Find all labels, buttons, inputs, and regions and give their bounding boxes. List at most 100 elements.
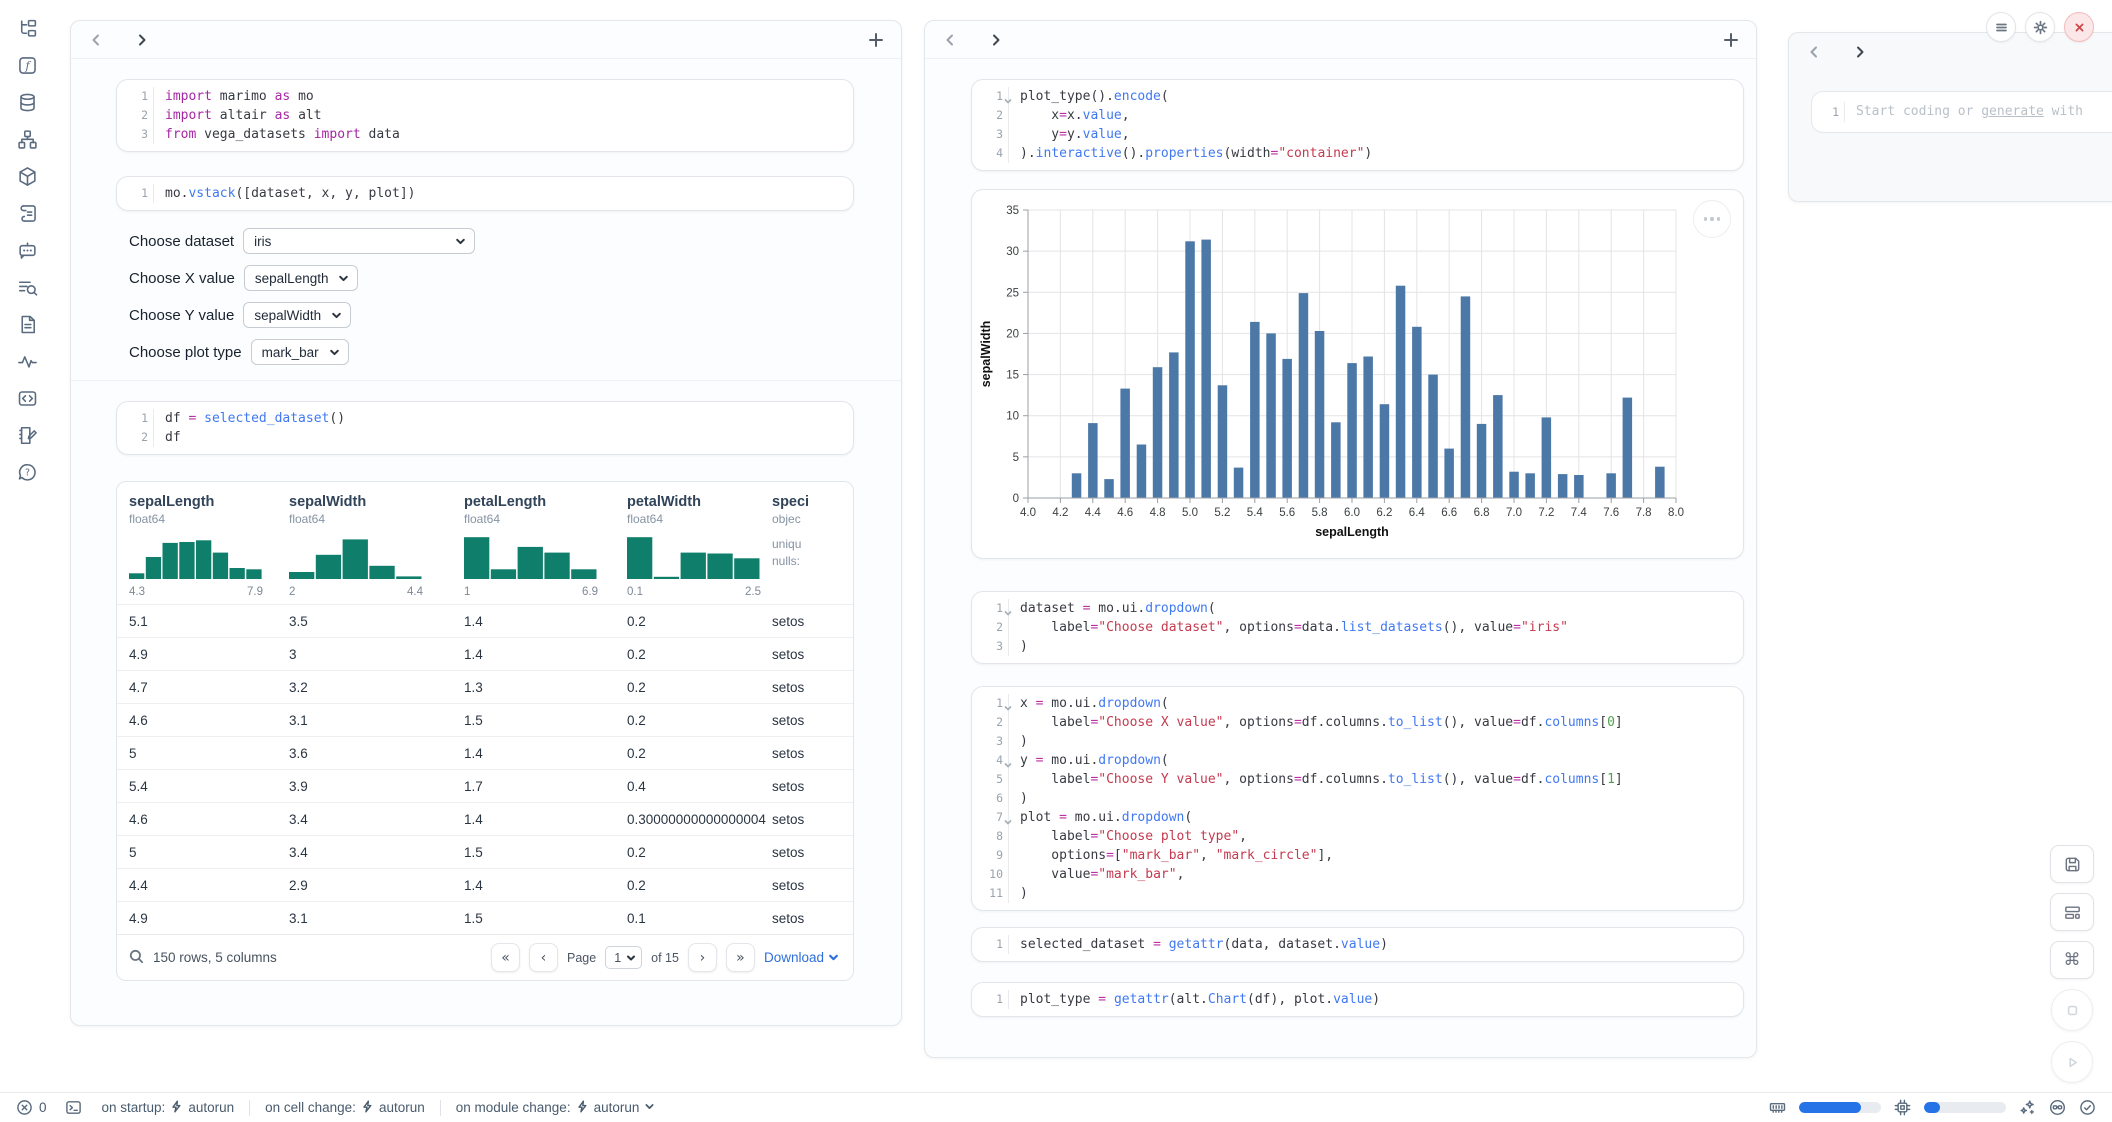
run-button[interactable] bbox=[2051, 1041, 2093, 1083]
svg-text:6.2: 6.2 bbox=[1376, 507, 1392, 519]
keyboard-shortcuts-button[interactable]: ⌘ bbox=[2050, 941, 2094, 979]
sidebar-rail: f ? bbox=[0, 14, 54, 486]
chevron-right-icon[interactable] bbox=[133, 31, 151, 49]
code-cell-vstack[interactable]: 1mo.vstack([dataset, x, y, plot]) bbox=[116, 176, 854, 211]
table-cell: 0.30000000000000004 bbox=[627, 812, 772, 827]
fold-chevron-icon[interactable] bbox=[1004, 813, 1012, 821]
close-button[interactable] bbox=[2064, 12, 2094, 42]
first-page-button[interactable]: « bbox=[491, 943, 520, 972]
table-row[interactable]: 53.41.50.2setos bbox=[117, 835, 853, 868]
table-row[interactable]: 4.73.21.30.2setos bbox=[117, 670, 853, 703]
table-row[interactable]: 4.63.41.40.30000000000000004setos bbox=[117, 802, 853, 835]
fold-chevron-icon[interactable] bbox=[1004, 92, 1012, 100]
autorun-on-startup[interactable]: on startup: autorun bbox=[102, 1100, 235, 1116]
generate-link[interactable]: generate bbox=[1981, 104, 2044, 119]
fold-chevron-icon[interactable] bbox=[1004, 604, 1012, 612]
panel1-header bbox=[71, 21, 901, 59]
code-cell-plot[interactable]: 1plot_type().encode(2 x=x.value,3 y=y.va… bbox=[971, 79, 1744, 171]
dropdown-select[interactable]: mark_bar bbox=[251, 339, 349, 365]
connection-status-icon[interactable] bbox=[2079, 1099, 2096, 1116]
chevron-right-icon[interactable] bbox=[1851, 43, 1869, 61]
column-header[interactable]: petalLengthfloat6416.9 bbox=[464, 494, 627, 598]
logs-search-icon[interactable] bbox=[12, 273, 42, 301]
column-header[interactable]: speciobjecuniqunulls: bbox=[772, 494, 842, 598]
dropdown-select[interactable]: sepalLength bbox=[244, 265, 359, 291]
last-page-button[interactable]: » bbox=[726, 943, 755, 972]
window-controls bbox=[1986, 12, 2094, 42]
documentation-icon[interactable] bbox=[12, 310, 42, 338]
chevron-left-icon[interactable] bbox=[1805, 43, 1823, 61]
line-number: 8 bbox=[972, 827, 1008, 846]
prev-page-button[interactable]: ‹ bbox=[529, 943, 558, 972]
function-square-icon[interactable]: f bbox=[12, 51, 42, 79]
table-cell: 1.4 bbox=[464, 614, 627, 629]
code-cell-dataset-dropdown[interactable]: 1dataset = mo.ui.dropdown(2 label="Choos… bbox=[971, 591, 1744, 664]
search-icon[interactable] bbox=[129, 949, 144, 967]
errors-icon[interactable] bbox=[16, 1099, 33, 1116]
table-row[interactable]: 4.42.91.40.2setos bbox=[117, 868, 853, 901]
memory-icon bbox=[1769, 1099, 1786, 1116]
chevron-left-icon[interactable] bbox=[87, 31, 105, 49]
settings-gear-button[interactable] bbox=[2025, 12, 2055, 42]
svg-text:4.0: 4.0 bbox=[1020, 507, 1036, 519]
copilot-icon[interactable] bbox=[2049, 1099, 2066, 1116]
table-cell: 4.6 bbox=[129, 812, 289, 827]
table-cell: 1.5 bbox=[464, 845, 627, 860]
code-cell-df[interactable]: 1df = selected_dataset()2df bbox=[116, 401, 854, 455]
svg-text:?: ? bbox=[24, 467, 29, 478]
code-cell-plot-type[interactable]: 1plot_type = getattr(alt.Chart(df), plot… bbox=[971, 982, 1744, 1017]
scratchpad-icon[interactable] bbox=[12, 199, 42, 227]
chart-actions-button[interactable] bbox=[1693, 200, 1731, 238]
control-label: Choose X value bbox=[129, 270, 235, 287]
line-number: 4 bbox=[972, 751, 1008, 770]
table-row[interactable]: 5.43.91.70.4setos bbox=[117, 769, 853, 802]
notebook-icon[interactable] bbox=[12, 421, 42, 449]
file-tree-icon[interactable] bbox=[12, 14, 42, 42]
dropdown-select[interactable]: iris bbox=[243, 228, 475, 254]
add-cell-icon[interactable] bbox=[867, 31, 885, 49]
layout-button[interactable] bbox=[2050, 893, 2094, 931]
svg-text:4.8: 4.8 bbox=[1150, 507, 1166, 519]
fold-chevron-icon[interactable] bbox=[1004, 699, 1012, 707]
table-row[interactable]: 4.63.11.50.2setos bbox=[117, 703, 853, 736]
package-icon[interactable] bbox=[12, 162, 42, 190]
line-number: 6 bbox=[972, 789, 1008, 808]
fold-chevron-icon[interactable] bbox=[1004, 756, 1012, 764]
chat-bot-icon[interactable] bbox=[12, 236, 42, 264]
table-cell: 1.4 bbox=[464, 746, 627, 761]
code-cell-xy-dropdowns[interactable]: 1x = mo.ui.dropdown(2 label="Choose X va… bbox=[971, 686, 1744, 911]
terminal-icon[interactable] bbox=[65, 1099, 82, 1116]
chevron-right-icon[interactable] bbox=[987, 31, 1005, 49]
autorun-on-module-change[interactable]: on module change: autorun bbox=[456, 1100, 656, 1116]
page-select[interactable]: 1 bbox=[605, 946, 642, 969]
chevron-left-icon[interactable] bbox=[941, 31, 959, 49]
dependency-graph-icon[interactable] bbox=[12, 125, 42, 153]
column-header[interactable]: sepalLengthfloat644.37.9 bbox=[129, 494, 289, 598]
help-bubble-icon[interactable]: ? bbox=[12, 458, 42, 486]
dropdown-select[interactable]: sepalWidth bbox=[243, 302, 351, 328]
column-header[interactable]: petalWidthfloat640.12.5 bbox=[627, 494, 772, 598]
next-page-button[interactable]: › bbox=[688, 943, 717, 972]
svg-text:5.4: 5.4 bbox=[1247, 507, 1264, 519]
save-button[interactable] bbox=[2050, 845, 2094, 883]
snippets-icon[interactable] bbox=[12, 384, 42, 412]
ai-sparkles-icon[interactable] bbox=[2019, 1099, 2036, 1116]
autorun-on-cell-change[interactable]: on cell change: autorun bbox=[265, 1100, 425, 1116]
database-icon[interactable] bbox=[12, 88, 42, 116]
bar-chart[interactable]: 051015202530354.04.24.44.64.85.05.25.45.… bbox=[976, 198, 1716, 550]
control-label: Choose Y value bbox=[129, 307, 234, 324]
table-row[interactable]: 4.931.40.2setos bbox=[117, 637, 853, 670]
empty-code-cell[interactable]: 1 Start coding or generate with bbox=[1811, 91, 2112, 133]
column-header[interactable]: sepalWidthfloat6424.4 bbox=[289, 494, 464, 598]
tracing-icon[interactable] bbox=[12, 347, 42, 375]
menu-button[interactable] bbox=[1986, 12, 2016, 42]
table-row[interactable]: 53.61.40.2setos bbox=[117, 736, 853, 769]
add-cell-icon[interactable] bbox=[1722, 31, 1740, 49]
dataframe-table: sepalLengthfloat644.37.9sepalWidthfloat6… bbox=[116, 481, 854, 981]
code-cell-selected-dataset[interactable]: 1selected_dataset = getattr(data, datase… bbox=[971, 927, 1744, 962]
download-link[interactable]: Download bbox=[764, 950, 839, 965]
table-row[interactable]: 4.93.11.50.1setos bbox=[117, 901, 853, 934]
stop-button[interactable] bbox=[2051, 989, 2093, 1031]
code-cell-imports[interactable]: 1import marimo as mo2import altair as al… bbox=[116, 79, 854, 152]
table-row[interactable]: 5.13.51.40.2setos bbox=[117, 604, 853, 637]
